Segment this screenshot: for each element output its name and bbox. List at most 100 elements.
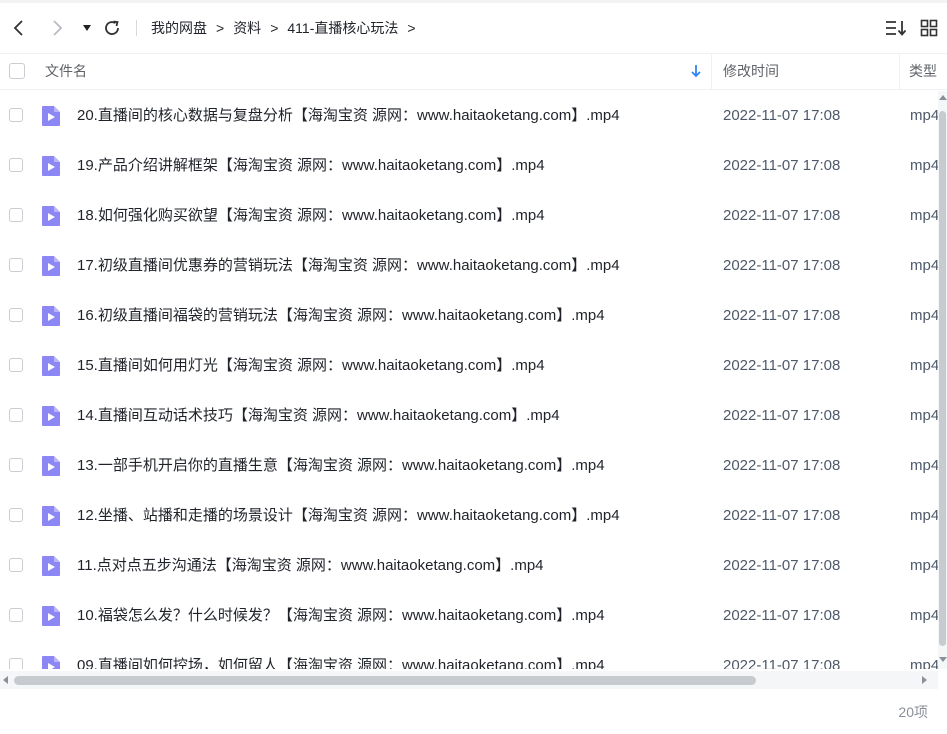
table-row[interactable]: 09.直播间如何控场，如何留人【海淘宝资 源网：www.haitaoketang… xyxy=(0,641,938,669)
row-checkbox[interactable] xyxy=(9,358,23,372)
video-file-icon xyxy=(41,505,61,527)
file-type: mp4 xyxy=(910,607,938,624)
breadcrumb-separator: > xyxy=(216,20,225,36)
row-checkbox[interactable] xyxy=(9,608,23,622)
file-name[interactable]: 10.福袋怎么发？什么时候发？【海淘宝资 源网：www.haitaoketang… xyxy=(77,591,605,641)
file-name[interactable]: 16.初级直播间福袋的营销玩法【海淘宝资 源网：www.haitaoketang… xyxy=(77,291,605,341)
breadcrumb-separator: > xyxy=(270,20,279,36)
video-file-icon xyxy=(41,655,61,669)
scroll-left-arrow-icon[interactable] xyxy=(3,676,8,684)
file-type: mp4 xyxy=(910,507,938,524)
row-checkbox[interactable] xyxy=(9,308,23,322)
file-type: mp4 xyxy=(910,457,938,474)
chevron-left-icon[interactable] xyxy=(6,3,32,53)
row-checkbox[interactable] xyxy=(9,108,23,122)
row-checkbox[interactable] xyxy=(9,658,23,669)
toolbar: 我的网盘 > 资料 > 411-直播核心玩法 > xyxy=(0,3,947,53)
table-row[interactable]: 14.直播间互动话术技巧【海淘宝资 源网：www.haitaoketang.co… xyxy=(0,391,938,441)
vertical-scrollbar[interactable] xyxy=(938,91,947,669)
table-row[interactable]: 17.初级直播间优惠券的营销玩法【海淘宝资 源网：www.haitaoketan… xyxy=(0,241,938,291)
file-type: mp4 xyxy=(910,157,938,174)
file-type: mp4 xyxy=(910,307,938,324)
breadcrumb-item-current[interactable]: 411-直播核心玩法 xyxy=(287,18,398,38)
table-row[interactable]: 15.直播间如何用灯光【海淘宝资 源网：www.haitaoketang.com… xyxy=(0,341,938,391)
row-checkbox[interactable] xyxy=(9,458,23,472)
video-file-icon xyxy=(41,155,61,177)
file-name[interactable]: 18.如何强化购买欲望【海淘宝资 源网：www.haitaoketang.com… xyxy=(77,191,545,241)
grid-view-icon[interactable] xyxy=(917,3,941,53)
file-modified-time: 2022-11-07 17:08 xyxy=(723,507,841,524)
file-modified-time: 2022-11-07 17:08 xyxy=(723,607,841,624)
file-type: mp4 xyxy=(910,657,938,669)
file-type: mp4 xyxy=(910,407,938,424)
table-row[interactable]: 13.一部手机开启你的直播生意【海淘宝资 源网：www.haitaoketang… xyxy=(0,441,938,491)
row-checkbox[interactable] xyxy=(9,258,23,272)
row-checkbox[interactable] xyxy=(9,408,23,422)
file-name[interactable]: 13.一部手机开启你的直播生意【海淘宝资 源网：www.haitaoketang… xyxy=(77,441,605,491)
file-name[interactable]: 19.产品介绍讲解框架【海淘宝资 源网：www.haitaoketang.com… xyxy=(77,141,545,191)
file-name[interactable]: 17.初级直播间优惠券的营销玩法【海淘宝资 源网：www.haitaoketan… xyxy=(77,241,620,291)
breadcrumb-item-folder[interactable]: 资料 xyxy=(233,18,261,38)
file-name[interactable]: 09.直播间如何控场，如何留人【海淘宝资 源网：www.haitaoketang… xyxy=(77,641,605,669)
table-row[interactable]: 12.坐播、站播和走播的场景设计【海淘宝资 源网：www.haitaoketan… xyxy=(0,491,938,541)
row-checkbox[interactable] xyxy=(9,508,23,522)
scroll-right-arrow-icon[interactable] xyxy=(922,676,927,684)
file-type: mp4 xyxy=(910,107,938,124)
table-row[interactable]: 18.如何强化购买欲望【海淘宝资 源网：www.haitaoketang.com… xyxy=(0,191,938,241)
column-header-modified[interactable]: 修改时间 xyxy=(723,54,779,89)
scroll-up-arrow-icon[interactable] xyxy=(939,95,947,100)
file-type: mp4 xyxy=(910,357,938,374)
select-all-checkbox[interactable] xyxy=(9,63,25,79)
table-header: 文件名 修改时间 类型 xyxy=(0,53,947,90)
file-name[interactable]: 11.点对点五步沟通法【海淘宝资 源网：www.haitaoketang.com… xyxy=(77,541,544,591)
file-modified-time: 2022-11-07 17:08 xyxy=(723,207,841,224)
file-modified-time: 2022-11-07 17:08 xyxy=(723,307,841,324)
scroll-down-arrow-icon[interactable] xyxy=(939,657,947,662)
row-checkbox[interactable] xyxy=(9,558,23,572)
sort-down-arrow-icon[interactable] xyxy=(690,64,702,83)
breadcrumb: 我的网盘 > 资料 > 411-直播核心玩法 > xyxy=(151,3,425,53)
chevron-right-icon[interactable] xyxy=(44,3,70,53)
video-file-icon xyxy=(41,405,61,427)
video-file-icon xyxy=(41,555,61,577)
video-file-icon xyxy=(41,255,61,277)
file-name[interactable]: 20.直播间的核心数据与复盘分析【海淘宝资 源网：www.haitaoketan… xyxy=(77,91,620,141)
file-modified-time: 2022-11-07 17:08 xyxy=(723,407,841,424)
breadcrumb-separator[interactable]: > xyxy=(407,20,415,36)
refresh-icon[interactable] xyxy=(100,3,124,53)
file-type: mp4 xyxy=(910,557,938,574)
horizontal-scroll-thumb[interactable] xyxy=(14,676,756,685)
row-checkbox[interactable] xyxy=(9,158,23,172)
file-name[interactable]: 12.坐播、站播和走播的场景设计【海淘宝资 源网：www.haitaoketan… xyxy=(77,491,620,541)
vertical-scroll-thumb[interactable] xyxy=(939,111,946,646)
table-row[interactable]: 10.福袋怎么发？什么时候发？【海淘宝资 源网：www.haitaoketang… xyxy=(0,591,938,641)
table-row[interactable]: 11.点对点五步沟通法【海淘宝资 源网：www.haitaoketang.com… xyxy=(0,541,938,591)
column-divider[interactable] xyxy=(899,54,900,89)
video-file-icon xyxy=(41,355,61,377)
row-checkbox[interactable] xyxy=(9,208,23,222)
horizontal-scrollbar[interactable] xyxy=(0,671,938,689)
table-row[interactable]: 19.产品介绍讲解框架【海淘宝资 源网：www.haitaoketang.com… xyxy=(0,141,938,191)
item-count: 20项 xyxy=(898,704,928,720)
file-type: mp4 xyxy=(910,257,938,274)
table-row[interactable]: 20.直播间的核心数据与复盘分析【海淘宝资 源网：www.haitaoketan… xyxy=(0,91,938,141)
file-modified-time: 2022-11-07 17:08 xyxy=(723,557,841,574)
file-name[interactable]: 15.直播间如何用灯光【海淘宝资 源网：www.haitaoketang.com… xyxy=(77,341,545,391)
file-modified-time: 2022-11-07 17:08 xyxy=(723,457,841,474)
video-file-icon xyxy=(41,455,61,477)
file-modified-time: 2022-11-07 17:08 xyxy=(723,157,841,174)
column-header-type[interactable]: 类型 xyxy=(909,54,937,89)
video-file-icon xyxy=(41,105,61,127)
column-header-name[interactable]: 文件名 xyxy=(45,54,87,89)
file-modified-time: 2022-11-07 17:08 xyxy=(723,107,841,124)
video-file-icon xyxy=(41,605,61,627)
video-file-icon xyxy=(41,305,61,327)
breadcrumb-item-root[interactable]: 我的网盘 xyxy=(151,18,207,38)
file-type: mp4 xyxy=(910,207,938,224)
column-divider[interactable] xyxy=(711,54,712,89)
file-name[interactable]: 14.直播间互动话术技巧【海淘宝资 源网：www.haitaoketang.co… xyxy=(77,391,560,441)
sort-icon[interactable] xyxy=(883,3,909,53)
video-file-icon xyxy=(41,205,61,227)
table-row[interactable]: 16.初级直播间福袋的营销玩法【海淘宝资 源网：www.haitaoketang… xyxy=(0,291,938,341)
caret-down-icon[interactable] xyxy=(79,3,95,53)
